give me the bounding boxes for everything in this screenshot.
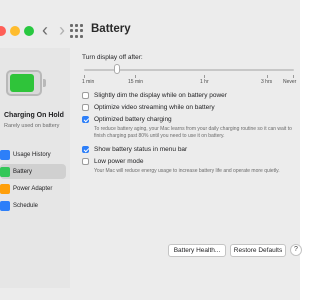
window-title: Battery [91, 23, 131, 35]
help-icon[interactable]: ? [290, 244, 302, 256]
minimize-window-button[interactable] [10, 26, 20, 36]
sidebar-item-schedule[interactable]: Schedule [0, 198, 66, 213]
option-label: Optimize video streaming while on batter… [94, 104, 215, 111]
battery-preferences-window: ‹ › Battery Charging On Hold Rarely used… [0, 0, 302, 300]
option-label: Slightly dim the display while on batter… [94, 92, 227, 99]
battery-status-icon [6, 70, 46, 96]
optimized-charging-checkbox[interactable] [82, 116, 89, 123]
zoom-window-button[interactable] [24, 26, 34, 36]
slider-tick-label: Never [283, 79, 297, 85]
slider-tick [84, 75, 85, 78]
low-power-mode-description: Your Mac will reduce energy usage to inc… [94, 168, 280, 174]
close-window-button[interactable] [0, 26, 6, 36]
option-label: Show battery status in menu bar [94, 146, 188, 153]
battery-status-subtitle: Rarely used on battery [4, 123, 60, 129]
option-label: Low power mode [94, 158, 144, 165]
bar-chart-icon [0, 149, 10, 160]
display-off-label: Turn display off after: [82, 54, 143, 61]
sidebar-item-power-adapter[interactable]: Power Adapter [0, 181, 66, 196]
sidebar-item-label: Schedule [13, 202, 39, 209]
battery-icon [0, 166, 10, 177]
sidebar-item-label: Battery [13, 168, 33, 175]
slider-tick [293, 75, 294, 78]
low-power-mode-checkbox[interactable] [82, 158, 89, 165]
sidebar-item-label: Usage History [13, 151, 51, 158]
sidebar-item-battery[interactable]: Battery [0, 164, 66, 179]
option-dim-display[interactable]: Slightly dim the display while on batter… [82, 92, 227, 99]
calendar-icon [0, 200, 10, 211]
slider-tick [204, 75, 205, 78]
back-chevron-icon[interactable]: ‹ [36, 19, 54, 41]
option-show-menu-bar-status[interactable]: Show battery status in menu bar [82, 146, 187, 153]
optimized-charging-description: To reduce battery aging, your Mac learns… [94, 126, 292, 139]
slider-tick-label: 3 hrs [261, 79, 273, 85]
battery-settings-pane: Turn display off after: 1 min 15 min 1 h… [70, 48, 302, 288]
battery-health-button[interactable]: Battery Health... [168, 244, 226, 257]
power-plug-icon [0, 183, 10, 194]
forward-chevron-icon[interactable]: › [53, 19, 71, 41]
slider-tick-label: 1 min [82, 79, 95, 85]
optimize-video-checkbox[interactable] [82, 104, 89, 111]
restore-defaults-button[interactable]: Restore Defaults [230, 244, 286, 257]
slider-tick [267, 75, 268, 78]
option-label: Optimized battery charging [94, 116, 172, 123]
option-optimize-video[interactable]: Optimize video streaming while on batter… [82, 104, 215, 111]
sidebar-item-usage-history[interactable]: Usage History [0, 147, 66, 162]
sidebar: Charging On Hold Rarely used on battery … [0, 48, 70, 288]
show-menu-bar-checkbox[interactable] [82, 146, 89, 153]
battery-status-title: Charging On Hold [4, 112, 64, 119]
show-all-grid-icon[interactable] [70, 24, 84, 38]
slider-tick [135, 75, 136, 78]
title-bar: ‹ › Battery [0, 14, 300, 48]
dim-display-checkbox[interactable] [82, 92, 89, 99]
display-off-slider-thumb[interactable] [113, 64, 120, 74]
sidebar-item-label: Power Adapter [13, 185, 53, 192]
slider-tick-label: 1 hr [200, 79, 209, 85]
slider-tick-label: 15 min [128, 79, 144, 85]
option-optimized-charging[interactable]: Optimized battery charging [82, 116, 172, 123]
option-low-power-mode[interactable]: Low power mode [82, 158, 144, 165]
